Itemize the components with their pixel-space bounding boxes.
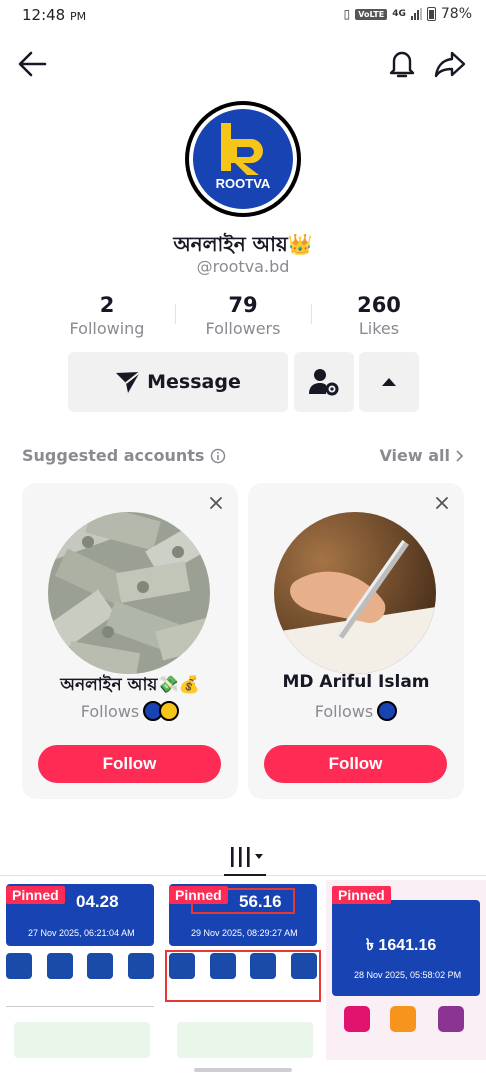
video-amount: 04.28 [76,892,119,911]
signal-icon [410,8,422,20]
stat-following-value: 2 [99,293,115,317]
rootva-logo: ROOTVA [193,109,293,209]
stat-followers[interactable]: 79 Followers [183,293,303,338]
follows-indicator: Follows [248,701,464,721]
stat-following-label: Following [69,319,145,338]
video-thumbnail[interactable]: 56.16 29 Nov 2025, 08:29:27 AM Pinned [163,880,323,1060]
app-icons-row [6,953,154,979]
follow-button[interactable]: Follow [264,745,447,783]
follows-text: Follows [314,701,374,721]
send-icon [116,371,141,393]
mutual-avatar [377,701,398,721]
stat-likes[interactable]: 260 Likes [319,293,439,338]
info-icon[interactable] [210,448,226,464]
vibrate-icon: ▯ [343,7,351,21]
stat-followers-value: 79 [228,293,258,317]
suggested-account-name: অনলাইন আয়💸💰 [60,675,200,695]
follow-button[interactable]: Follow [38,745,221,783]
share-button[interactable] [433,47,467,81]
video-date: 29 Nov 2025, 08:29:27 AM [191,928,298,938]
suggested-accounts-title: Suggested accounts [22,446,226,465]
share-icon [434,51,466,78]
profile-avatar[interactable]: ROOTVA [185,101,301,217]
stat-divider [311,304,312,324]
arrow-left-icon [18,51,47,77]
video-thumbnail[interactable]: 04.28 27 Nov 2025, 06:21:04 AM Pinned [0,880,160,1060]
content-tabs [0,838,486,876]
status-icons: ▯ VoLTE 4G 78% [344,6,472,22]
tab-videos[interactable] [224,842,266,872]
suggested-account-card[interactable]: অনলাইন আয়💸💰 Follows Follow [22,483,238,799]
add-friend-settings-button[interactable] [294,352,354,412]
caret-up-icon [382,378,396,386]
video-amount: ৳ 1641.16 [366,937,437,954]
video-amount: 56.16 [239,892,282,911]
volte-badge: VoLTE [355,8,388,20]
suggested-account-name: MD Ariful Islam [282,672,430,692]
battery-percent: 78% [440,6,472,22]
video-date: 27 Nov 2025, 06:21:04 AM [28,928,135,938]
app-icon [390,1006,416,1032]
status-time-value: 12:48 [22,6,66,24]
mutual-avatar [159,701,180,721]
pinned-badge: Pinned [169,886,228,904]
expand-suggestions-button[interactable] [359,352,419,412]
close-icon[interactable] [434,495,450,511]
back-button[interactable] [15,47,49,81]
stat-likes-label: Likes [358,319,400,338]
money-pile-image [48,512,210,674]
stat-followers-label: Followers [205,319,281,338]
app-icons-row [169,953,317,979]
status-time: 12:48 PM [22,6,86,24]
follows-text: Follows [80,701,140,721]
bell-icon [389,51,415,78]
stat-likes-value: 260 [357,293,401,317]
logo-text: ROOTVA [215,176,271,191]
video-date: 28 Nov 2025, 05:58:02 PM [354,970,462,980]
suggested-account-card[interactable]: MD Ariful Islam Follows Follow [248,483,464,799]
network-type: 4G [392,9,406,19]
app-icon [438,1006,464,1032]
tab-indicator [224,874,266,876]
follows-indicator: Follows [22,701,238,721]
view-all-text: View all [379,446,450,465]
suggested-avatar[interactable] [274,512,436,674]
status-ampm: PM [70,10,87,23]
video-thumbnail[interactable]: ৳ 1641.16 28 Nov 2025, 05:58:02 PM Pinne… [326,880,486,1060]
grid-videos-icon [231,847,263,867]
logo-mark-icon [221,123,263,175]
view-all-link[interactable]: View all [379,446,464,465]
stat-following[interactable]: 2 Following [47,293,167,338]
chevron-right-icon [456,449,464,462]
user-gear-icon [309,369,339,396]
message-button[interactable]: Message [68,352,288,412]
writing-hand-image [274,512,436,674]
username: @rootva.bd [196,257,290,276]
app-icon [344,1006,370,1032]
home-indicator[interactable] [194,1068,292,1072]
notification-button[interactable] [385,47,419,81]
suggested-avatar[interactable] [48,512,210,674]
pinned-badge: Pinned [332,886,391,904]
suggested-title-text: Suggested accounts [22,446,205,465]
status-bar: 12:48 PM ▯ VoLTE 4G 78% [0,0,486,32]
close-icon[interactable] [208,495,224,511]
stat-divider [175,304,176,324]
battery-icon [426,7,436,21]
message-label: Message [147,371,241,393]
pinned-badge: Pinned [6,886,65,904]
